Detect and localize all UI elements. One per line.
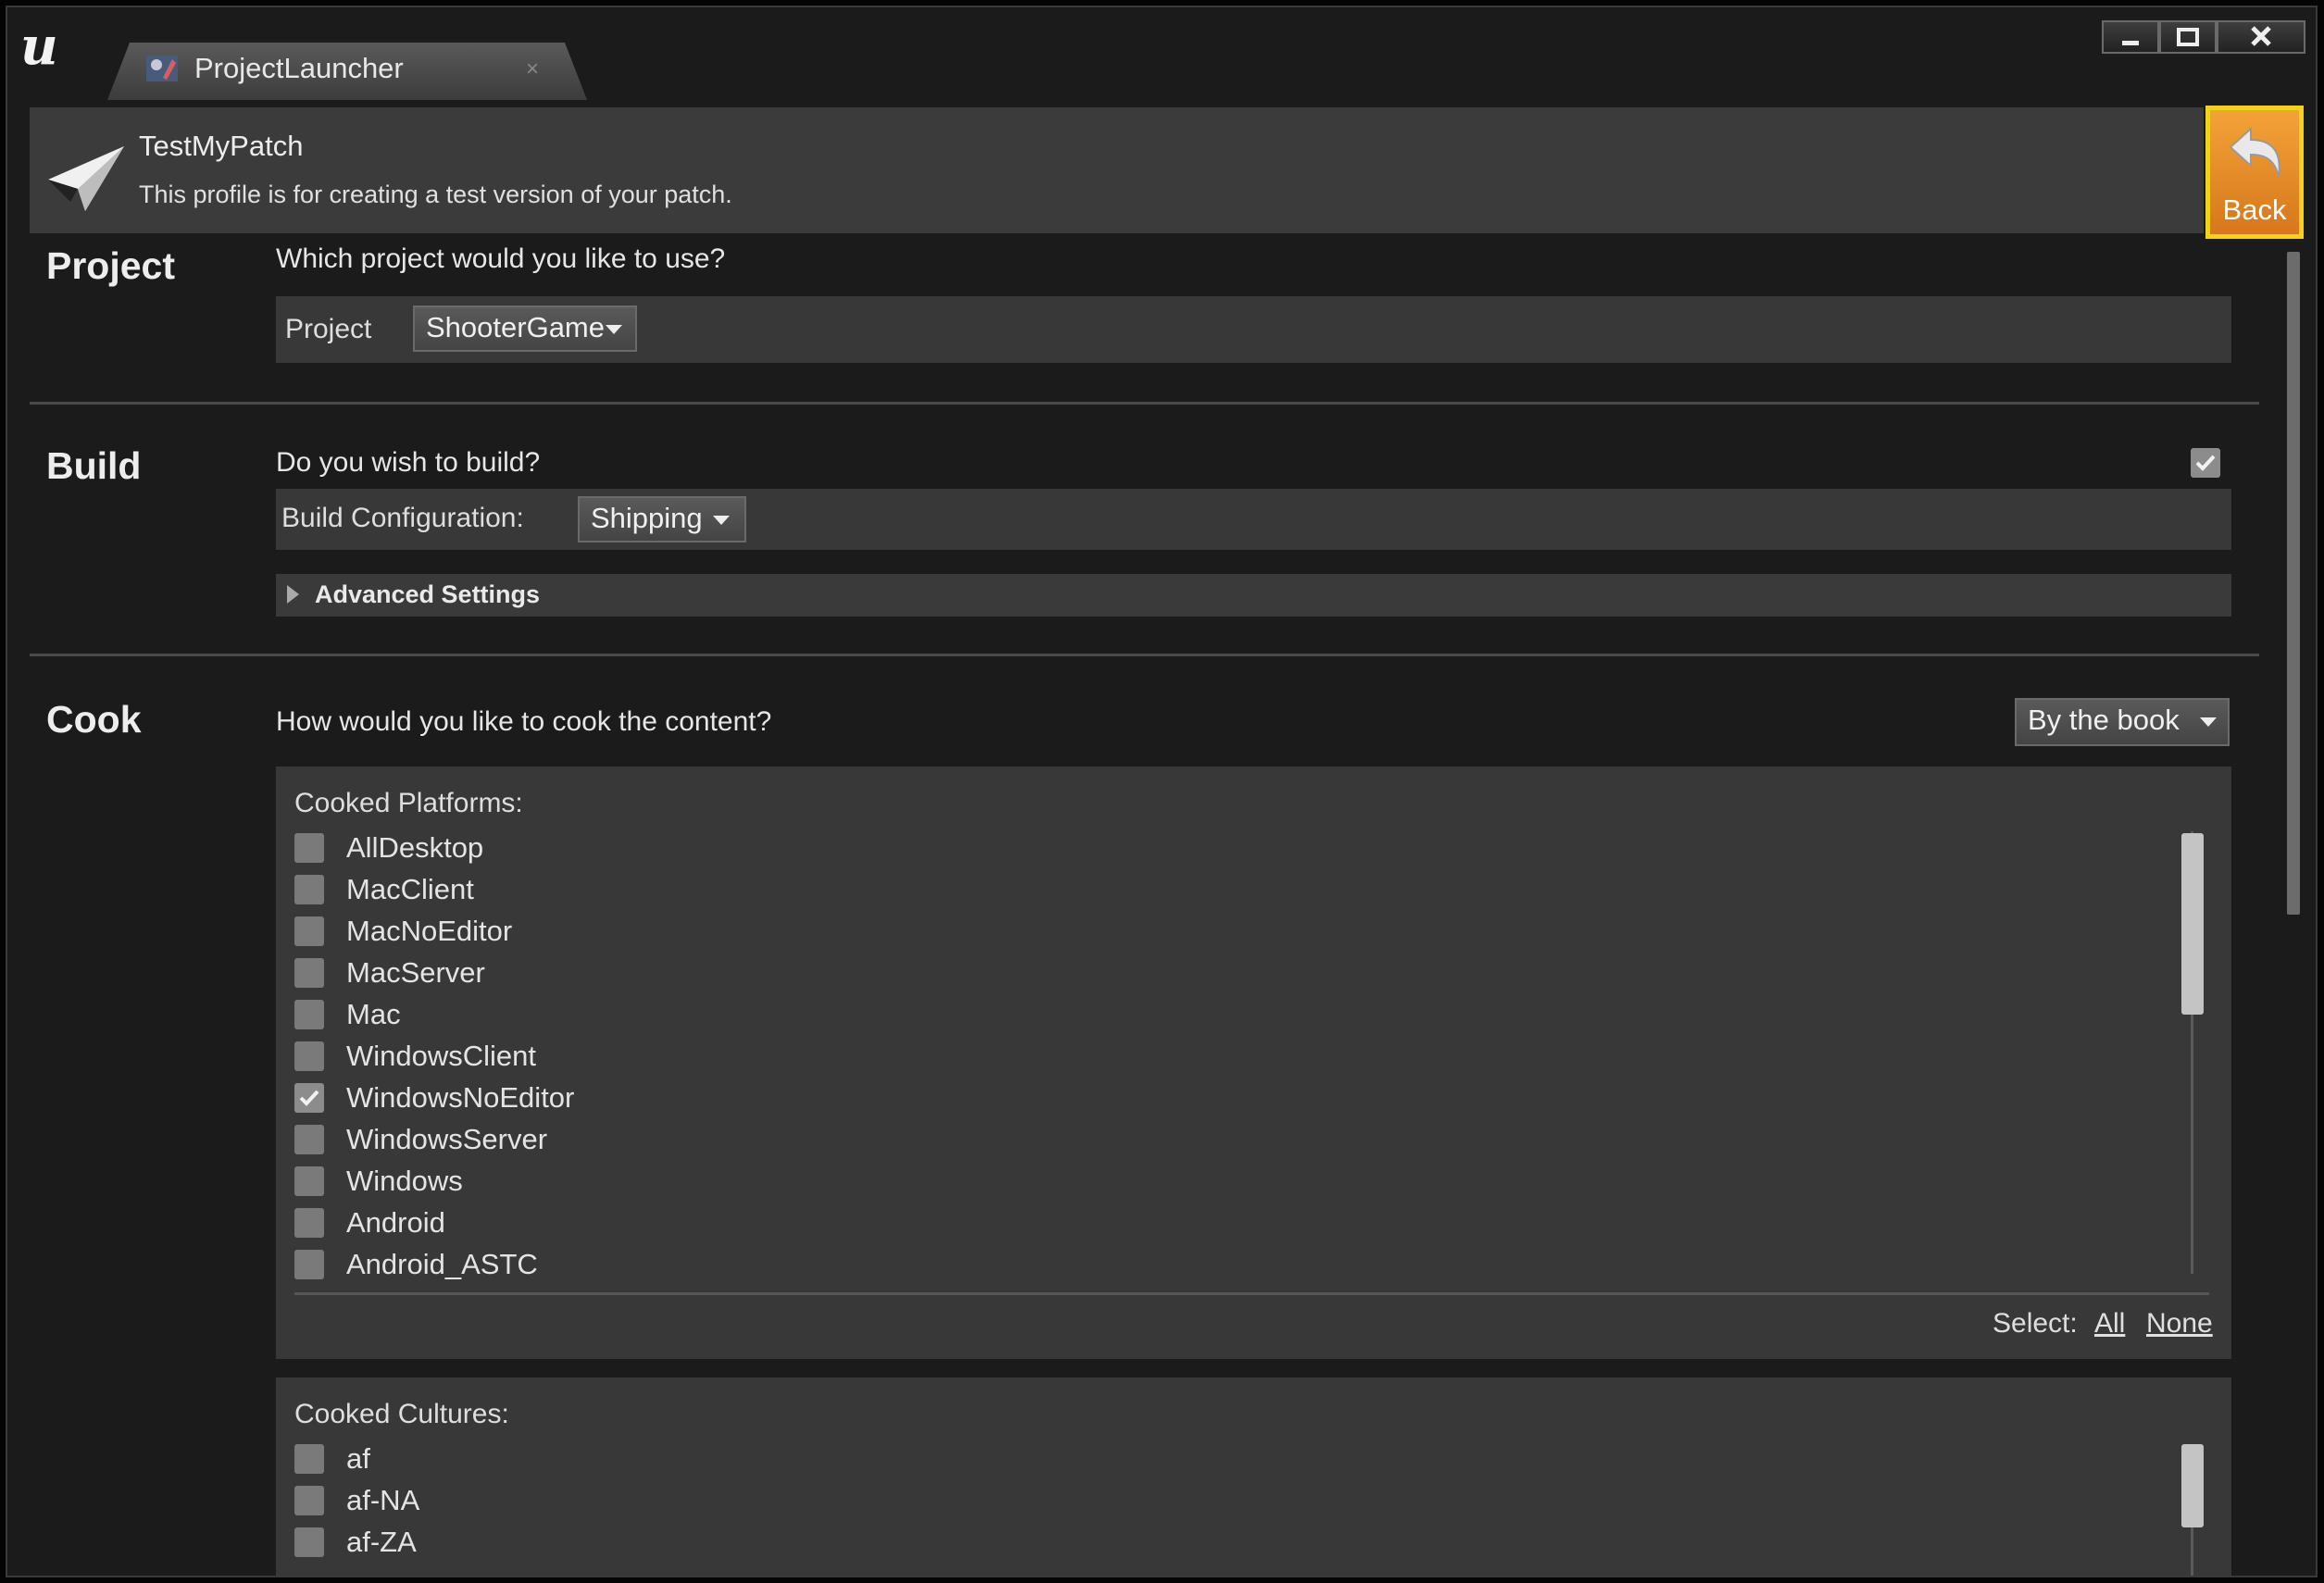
list-item[interactable]: Android_ASTC <box>294 1246 1128 1283</box>
profile-header <box>30 107 2204 233</box>
cooked-platforms-label: Cooked Platforms: <box>294 788 523 818</box>
list-item-label: Windows <box>346 1165 463 1197</box>
project-launcher-icon <box>146 56 178 81</box>
list-item-label: af-NA <box>346 1484 420 1516</box>
close-icon <box>2251 26 2271 46</box>
cook-mode-dropdown[interactable]: By the book <box>2015 698 2230 746</box>
section-divider <box>30 402 2259 405</box>
list-item[interactable]: af-ZA <box>294 1524 1128 1561</box>
close-button[interactable] <box>2217 20 2305 54</box>
cultures-scrollbar-thumb[interactable] <box>2181 1444 2204 1527</box>
list-item-label: WindowsNoEditor <box>346 1081 575 1114</box>
unreal-logo-icon: u <box>20 16 58 77</box>
list-item-label: Mac <box>346 998 401 1030</box>
project-dropdown-value: ShooterGame <box>426 311 605 343</box>
checkmark-icon <box>299 1090 319 1106</box>
list-item-label: MacNoEditor <box>346 915 513 947</box>
list-item[interactable]: MacServer <box>294 954 1128 991</box>
paper-plane-icon <box>48 146 124 211</box>
list-item-checkbox[interactable] <box>294 1486 324 1515</box>
build-config-dropdown-value: Shipping <box>591 502 703 534</box>
list-item[interactable]: Mac <box>294 996 1128 1033</box>
tab-close-icon[interactable]: × <box>526 56 539 83</box>
project-field-label: Project <box>285 314 372 344</box>
advanced-settings-expander[interactable] <box>276 574 2231 617</box>
select-label: Select: <box>1993 1308 2078 1339</box>
build-config-label: Build Configuration: <box>281 503 524 533</box>
list-item[interactable]: WindowsClient <box>294 1038 1128 1075</box>
build-enabled-checkbox[interactable] <box>2191 448 2220 478</box>
list-item[interactable]: WindowsServer <box>294 1121 1128 1158</box>
back-arrow-icon <box>2229 126 2280 178</box>
list-item-label: WindowsClient <box>346 1040 537 1072</box>
cook-mode-dropdown-value: By the book <box>2028 704 2180 736</box>
section-title-cook: Cook <box>46 698 142 741</box>
list-item-checkbox[interactable] <box>294 833 324 863</box>
section-divider <box>30 654 2259 656</box>
minimize-button[interactable] <box>2102 20 2159 54</box>
project-question: Which project would you like to use? <box>276 243 726 274</box>
section-title-project: Project <box>46 244 175 287</box>
select-all-link[interactable]: All <box>2094 1305 2125 1342</box>
list-item-checkbox[interactable] <box>294 916 324 946</box>
build-config-dropdown[interactable]: Shipping <box>578 496 746 542</box>
list-item-checkbox[interactable] <box>294 875 324 904</box>
list-item[interactable]: Windows <box>294 1163 1128 1200</box>
list-item-checkbox[interactable] <box>294 1125 324 1154</box>
chevron-down-icon <box>713 516 730 525</box>
maximize-button[interactable] <box>2159 20 2217 54</box>
back-button[interactable]: Back <box>2205 106 2304 239</box>
project-launcher-window: u ProjectLauncher × TestMyPatch This pro… <box>6 6 2318 1577</box>
list-item-label: WindowsServer <box>346 1123 548 1155</box>
cooked-cultures-label: Cooked Cultures: <box>294 1399 509 1429</box>
list-item-checkbox[interactable] <box>294 1250 324 1279</box>
list-item-label: Android_ASTC <box>346 1248 538 1280</box>
build-question: Do you wish to build? <box>276 447 541 478</box>
list-item-checkbox[interactable] <box>294 1041 324 1071</box>
cook-question: How would you like to cook the content? <box>276 706 772 737</box>
list-item[interactable]: af <box>294 1440 1128 1477</box>
list-item-checkbox[interactable] <box>294 1166 324 1196</box>
chevron-down-icon <box>2200 717 2217 727</box>
list-item-checkbox[interactable] <box>294 958 324 988</box>
list-item-checkbox[interactable] <box>294 1208 324 1238</box>
list-item-label: MacClient <box>346 873 474 905</box>
list-item-label: MacServer <box>346 956 485 989</box>
list-item[interactable]: Android <box>294 1204 1128 1241</box>
list-item-checkbox[interactable] <box>294 1083 324 1113</box>
list-item-checkbox[interactable] <box>294 1444 324 1474</box>
section-title-build: Build <box>46 444 142 487</box>
project-dropdown[interactable]: ShooterGame <box>413 305 637 352</box>
select-none-link[interactable]: None <box>2146 1305 2213 1342</box>
expand-triangle-icon[interactable] <box>287 585 299 604</box>
list-item[interactable]: MacClient <box>294 871 1128 908</box>
list-item-checkbox[interactable] <box>294 1000 324 1029</box>
build-config-panel <box>276 489 2231 550</box>
profile-name: TestMyPatch <box>139 130 304 162</box>
platforms-scrollbar-thumb[interactable] <box>2181 833 2204 1015</box>
list-item[interactable]: WindowsNoEditor <box>294 1079 1128 1116</box>
chevron-down-icon <box>606 325 622 334</box>
list-item-label: af-ZA <box>346 1526 417 1558</box>
maximize-icon <box>2177 28 2199 46</box>
list-item[interactable]: AllDesktop <box>294 829 1128 866</box>
main-scrollbar-thumb[interactable] <box>2287 252 2300 915</box>
platforms-footer-divider <box>294 1292 2209 1295</box>
profile-description: This profile is for creating a test vers… <box>139 181 732 208</box>
list-item-label: AllDesktop <box>346 831 484 864</box>
back-label: Back <box>2222 193 2287 226</box>
list-item-label: af <box>346 1442 370 1475</box>
tab-label: ProjectLauncher <box>194 52 404 84</box>
list-item[interactable]: af-NA <box>294 1482 1128 1519</box>
list-item[interactable]: MacNoEditor <box>294 913 1128 950</box>
advanced-settings-label[interactable]: Advanced Settings <box>315 576 540 613</box>
list-item-label: Android <box>346 1206 445 1239</box>
list-item-checkbox[interactable] <box>294 1527 324 1557</box>
minimize-icon <box>2122 41 2139 45</box>
checkmark-icon <box>2195 455 2216 471</box>
